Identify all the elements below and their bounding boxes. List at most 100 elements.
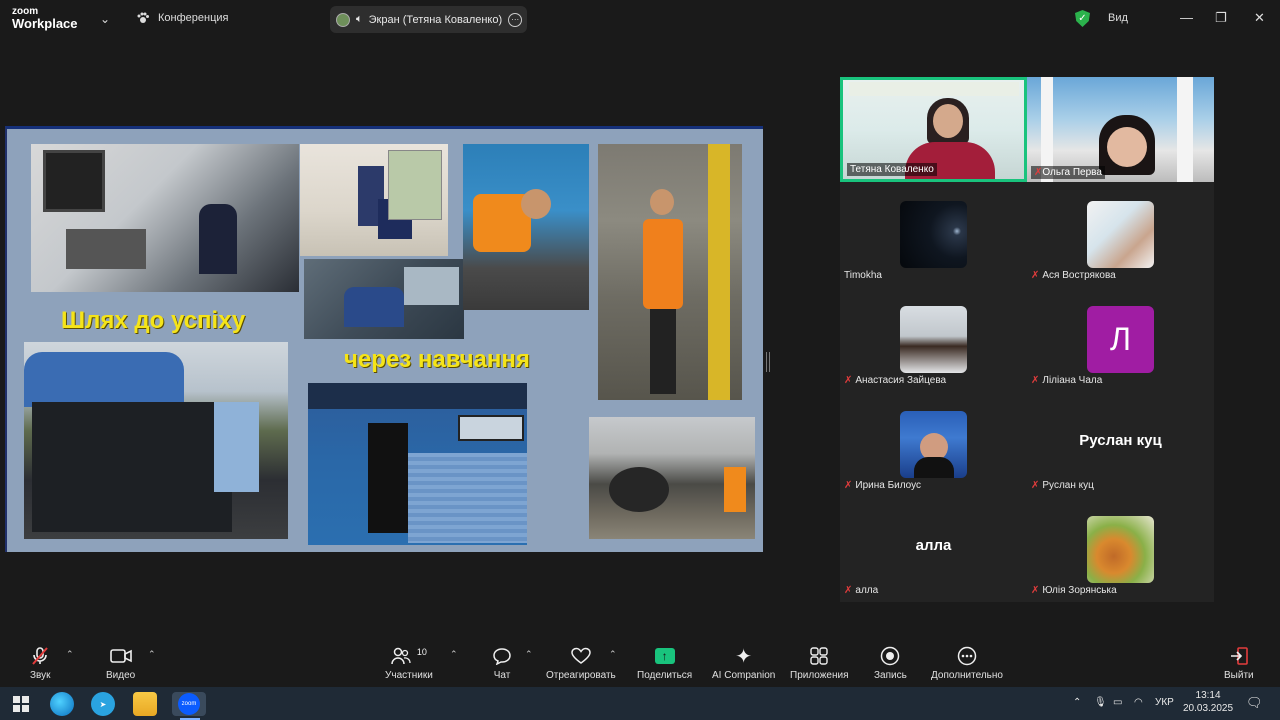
conference-button[interactable]: Конференция [136, 11, 228, 25]
screen-share-pill[interactable]: 🔈︎ Экран (Тетяна Коваленко) ··· [330, 6, 527, 33]
slide-title-2: через навчання [344, 346, 530, 373]
shield-icon[interactable]: ✓ [1075, 10, 1090, 27]
participant-name: Timokha [844, 270, 882, 281]
participant-tile[interactable]: алла ✗ алла [840, 497, 1027, 602]
share-button[interactable]: ↑ Поделиться [637, 645, 692, 681]
chevron-up-icon[interactable]: ⌃ [525, 649, 533, 660]
participant-tile[interactable]: ✗ Ирина Билоус [840, 392, 1027, 497]
clock-time: 13:14 [1195, 690, 1221, 701]
leave-label: Выйти [1224, 670, 1254, 681]
react-button[interactable]: Отреагировать [546, 645, 616, 681]
video-tile-participant[interactable]: ✗Ольга Перва [1027, 77, 1214, 182]
participants-count: 10 [416, 647, 427, 657]
record-label: Запись [874, 670, 907, 681]
apps-label: Приложения [790, 670, 849, 681]
language-indicator[interactable]: УКР [1155, 697, 1174, 708]
meeting-toolbar: Звук ⌃ Видео ⌃ 10 Участники ⌃ Чат ⌃ Отре… [0, 637, 1280, 687]
slide-title-1: Шлях до успіху [61, 307, 246, 334]
photo-wheels [589, 417, 755, 539]
chevron-up-icon[interactable]: ⌃ [609, 649, 617, 660]
mic-off-icon: ✗ [844, 585, 853, 596]
notification-icon[interactable]: 🗨︎ [1246, 695, 1263, 711]
apps-icon [810, 645, 828, 667]
more-icon[interactable]: ··· [508, 12, 523, 27]
windows-start-icon[interactable] [9, 692, 33, 716]
mic-icon[interactable]: 🎙︎ [1094, 697, 1107, 708]
maximize-icon[interactable]: ❐ [1215, 10, 1227, 26]
avatar [900, 306, 967, 373]
video-tile-speaker[interactable]: Тетяна Коваленко [840, 77, 1027, 182]
system-clock[interactable]: 13:14 20.03.2025 [1183, 689, 1233, 715]
sparkle-icon: ✦ [735, 645, 753, 668]
zoom-window: zoom Workplace ⌄ Конференция 🔈︎ Экран (Т… [0, 0, 1280, 720]
participant-name: ✗ Ирина Билоус [844, 480, 921, 491]
participant-name: ✗ Ася Вострякова [1031, 270, 1116, 281]
participant-name-text: алла [855, 585, 879, 596]
participant-name: Тетяна Коваленко [847, 163, 937, 176]
audio-button[interactable]: Звук [30, 645, 51, 681]
close-icon[interactable]: ✕ [1254, 10, 1265, 26]
record-icon [880, 645, 900, 667]
chevron-up-icon[interactable]: ⌃ [66, 649, 74, 660]
participant-name-text: Ліліана Чала [1042, 375, 1103, 386]
participant-name-text: Ольга Перва [1042, 167, 1102, 178]
share-screen-icon: ↑ [654, 645, 675, 667]
share-label: Поделиться [637, 670, 693, 681]
more-button[interactable]: Дополнительно [931, 645, 1003, 681]
chevron-up-icon[interactable]: ⌃ [148, 649, 156, 660]
chat-icon [492, 645, 512, 667]
leave-button[interactable]: Выйти [1224, 645, 1254, 681]
mic-muted-icon [30, 645, 50, 667]
photo-train-cab [304, 259, 464, 339]
participant-tile[interactable]: Руслан куц ✗ Руслан куц [1027, 392, 1214, 497]
battery-icon[interactable]: ▭ [1113, 697, 1122, 708]
zoom-taskbar-button[interactable]: zoom [172, 692, 206, 716]
mic-off-icon: ✗ [844, 480, 853, 491]
photo-classroom [300, 144, 448, 256]
participant-tile[interactable]: ✗ Анастасия Зайцева [840, 287, 1027, 392]
audio-label: Звук [30, 670, 51, 681]
more-label: Дополнительно [931, 670, 1003, 681]
photo-students-group [24, 342, 288, 539]
avatar [900, 201, 967, 268]
wifi-icon[interactable]: ◠ [1134, 697, 1143, 708]
ai-companion-button[interactable]: ✦ AI Companion [712, 645, 776, 682]
participant-tile[interactable]: Л ✗ Ліліана Чала [1027, 287, 1214, 392]
avatar [336, 12, 350, 27]
participant-name-text: Юлія Зорянська [1042, 585, 1117, 596]
participant-tile[interactable]: ✗ Юлія Зорянська [1027, 497, 1214, 602]
edge-browser-icon[interactable] [50, 692, 74, 716]
shared-screen: Шлях до успіху через навчання [5, 126, 763, 552]
zoom-logo[interactable]: zoom Workplace [12, 6, 78, 30]
ai-label: AI Companion [712, 670, 776, 681]
resize-handle[interactable] [766, 352, 770, 372]
participant-name-text: Ася Вострякова [1042, 270, 1116, 281]
speaker-icon: 🔈︎ [356, 13, 363, 25]
apps-button[interactable]: Приложения [790, 645, 849, 681]
chevron-down-icon[interactable]: ⌄ [100, 12, 110, 26]
mic-off-icon: ✗ [1031, 585, 1040, 596]
chevron-up-icon[interactable]: ⌃ [450, 649, 458, 660]
people-icon: 10 [391, 645, 427, 667]
participant-tile[interactable]: Timokha [840, 182, 1027, 287]
participant-name: ✗ Ліліана Чала [1031, 375, 1102, 386]
file-explorer-icon[interactable] [133, 692, 157, 716]
conference-label: Конференция [158, 12, 229, 24]
telegram-icon[interactable]: ➤ [91, 692, 115, 716]
participant-name-text: Руслан куц [1042, 480, 1094, 491]
participant-display-name: алла [915, 537, 952, 554]
participant-tile[interactable]: ✗ Ася Вострякова [1027, 182, 1214, 287]
avatar [1087, 516, 1154, 583]
chat-button[interactable]: Чат [492, 645, 512, 681]
leave-icon [1229, 645, 1249, 667]
chevron-up-icon[interactable]: ⌃ [1073, 697, 1081, 708]
participant-name: ✗ алла [844, 585, 878, 596]
video-label: Видео [106, 670, 136, 681]
photo-worker-orange [598, 144, 742, 400]
participant-name-text: Анастасия Зайцева [855, 375, 947, 386]
view-button[interactable]: Вид [1108, 12, 1128, 24]
video-button[interactable]: Видео [106, 645, 135, 681]
minimize-icon[interactable]: — [1180, 10, 1193, 25]
record-button[interactable]: Запись [874, 645, 907, 681]
participants-button[interactable]: 10 Участники [385, 645, 433, 681]
